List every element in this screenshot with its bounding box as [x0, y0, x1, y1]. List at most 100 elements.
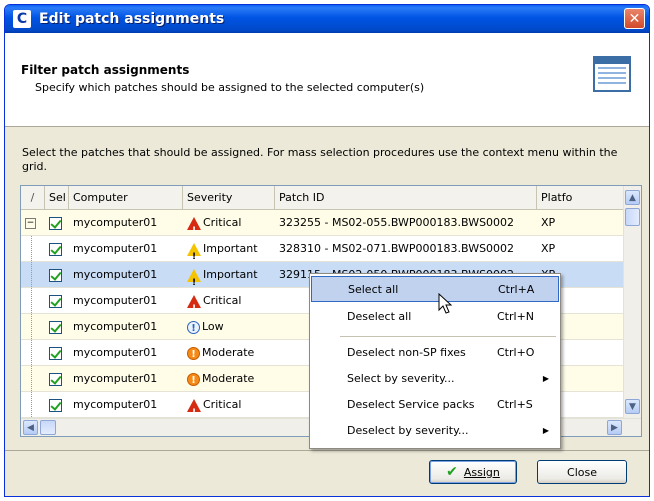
moderate-icon: !	[187, 372, 200, 386]
computer-column-header[interactable]: Computer	[69, 186, 183, 209]
header-panel: Filter patch assignments Specify which p…	[5, 33, 649, 127]
severity-column-header[interactable]: Severity	[183, 186, 275, 209]
vertical-scrollbar[interactable]: ▲ ▼	[623, 186, 641, 418]
title-bar[interactable]: C Edit patch assignments ✕	[5, 5, 649, 33]
sel-cell	[45, 366, 69, 391]
computer-cell: mycomputer01	[73, 268, 158, 281]
row-tree-cell	[31, 288, 45, 313]
patch-id-cell: 323255 - MS02-055.BWP000183.BWS0002	[275, 210, 537, 235]
severity-cell: ! Moderate	[183, 340, 275, 365]
low-icon: !	[187, 320, 200, 334]
scroll-down-button[interactable]: ▼	[625, 399, 640, 414]
patch-id-cell: 328310 - MS02-071.BWP000183.BWS0002	[275, 236, 537, 261]
menu-item-label: Deselect Service packs	[347, 398, 475, 411]
sel-column-header[interactable]: Sel	[45, 186, 69, 209]
severity-label: Moderate	[202, 372, 255, 385]
mouse-pointer-icon	[438, 293, 453, 314]
row-checkbox[interactable]	[49, 320, 62, 334]
computer-cell: mycomputer01	[73, 372, 158, 385]
menu-item-shortcut: Ctrl+N	[497, 310, 535, 323]
severity-cell: ! Critical	[183, 288, 275, 313]
severity-label: Moderate	[202, 346, 255, 359]
severity-cell: ! Critical	[183, 210, 275, 235]
grid-header: / Sel Computer Severity Patch ID Platfo	[21, 186, 641, 210]
scroll-right-button[interactable]: ▶	[607, 420, 622, 435]
row-checkbox[interactable]	[49, 294, 62, 308]
menu-item-shortcut: Ctrl+A	[498, 283, 535, 296]
sel-cell	[45, 262, 69, 287]
menu-item-shortcut: Ctrl+O	[497, 346, 535, 359]
assign-button[interactable]: ✔ Assign	[429, 460, 517, 484]
computer-cell: mycomputer01	[73, 346, 158, 359]
important-icon: !	[187, 242, 201, 261]
computer-cell: mycomputer01	[73, 398, 158, 411]
table-row[interactable]: − mycomputer01! Critical 323255 - MS02-055.…	[21, 210, 625, 236]
patch-id-column-header[interactable]: Patch ID	[275, 186, 537, 209]
menu-item-label: Select all	[348, 283, 399, 296]
patch-id-text: 328310 - MS02-071.BWP000183.BWS0002	[279, 242, 515, 255]
menu-item-deselect-all[interactable]: Deselect all Ctrl+N	[311, 304, 559, 330]
moderate-icon: !	[187, 346, 200, 360]
header-subtitle: Specify which patches should be assigned…	[35, 81, 425, 94]
sort-column-header[interactable]: /	[21, 186, 45, 209]
close-window-button[interactable]: ✕	[624, 8, 645, 29]
close-button[interactable]: Close	[537, 460, 627, 484]
scroll-thumb[interactable]	[625, 208, 640, 226]
severity-label: Critical	[203, 216, 242, 229]
severity-cell: ! Important	[183, 236, 275, 261]
row-checkbox[interactable]	[49, 346, 62, 360]
sel-cell	[45, 236, 69, 261]
app-icon: C	[13, 10, 31, 28]
row-tree-cell[interactable]: −	[21, 210, 45, 235]
row-tree-cell	[31, 262, 45, 287]
severity-cell: ! Low	[183, 314, 275, 339]
computer-cell: mycomputer01	[73, 216, 158, 229]
menu-item-label: Deselect by severity...	[347, 424, 469, 437]
window-title: Edit patch assignments	[39, 11, 225, 27]
grid-window-icon	[593, 56, 631, 92]
menu-item-label: Deselect all	[347, 310, 412, 323]
footer-divider	[5, 450, 649, 451]
menu-item-deselect-service-packs[interactable]: Deselect Service packs Ctrl+S	[311, 392, 559, 418]
row-tree-cell	[31, 366, 45, 391]
important-icon: !	[187, 268, 201, 287]
sel-cell	[45, 392, 69, 417]
table-row[interactable]: mycomputer01! Important 328310 - MS02-071.…	[21, 236, 625, 262]
computer-cell: mycomputer01	[73, 242, 158, 255]
severity-cell: ! Important	[183, 262, 275, 287]
row-checkbox[interactable]	[49, 372, 62, 386]
row-checkbox[interactable]	[49, 242, 62, 256]
platform-cell: XP	[541, 216, 556, 229]
menu-item-select-by-severity[interactable]: Select by severity... ▶	[311, 366, 559, 392]
computer-cell: mycomputer01	[73, 320, 158, 333]
computer-cell: mycomputer01	[73, 294, 158, 307]
sel-cell	[45, 314, 69, 339]
menu-item-label: Select by severity...	[347, 372, 455, 385]
severity-label: Important	[203, 242, 258, 255]
collapse-icon[interactable]: −	[25, 217, 36, 229]
menu-item-deselect-by-severity[interactable]: Deselect by severity... ▶	[311, 418, 559, 444]
scroll-left-button[interactable]: ◀	[23, 420, 38, 435]
platform-column-header[interactable]: Platfo	[537, 186, 625, 209]
row-checkbox[interactable]	[49, 268, 62, 282]
severity-label: Critical	[203, 398, 242, 411]
header-title: Filter patch assignments	[21, 63, 190, 77]
row-tree-cell	[31, 340, 45, 365]
instructions-text: Select the patches that should be assign…	[22, 146, 618, 173]
platform-cell: XP	[541, 242, 556, 255]
patch-id-text: 323255 - MS02-055.BWP000183.BWS0002	[279, 216, 515, 229]
menu-separator	[340, 336, 556, 337]
row-checkbox[interactable]	[49, 398, 62, 412]
critical-icon: !	[187, 216, 201, 235]
severity-label: Important	[203, 268, 258, 281]
hscroll-thumb[interactable]	[40, 420, 56, 435]
row-checkbox[interactable]	[49, 216, 62, 230]
scroll-up-button[interactable]: ▲	[625, 190, 640, 205]
context-menu: Select all Ctrl+A Deselect all Ctrl+N De…	[309, 273, 561, 449]
sel-cell	[45, 210, 69, 235]
assign-button-label: Assign	[463, 465, 500, 479]
menu-item-deselect-non-sp[interactable]: Deselect non-SP fixes Ctrl+O	[311, 340, 559, 366]
severity-label: Low	[202, 320, 224, 333]
row-tree-cell	[31, 236, 45, 261]
menu-item-select-all[interactable]: Select all Ctrl+A	[311, 276, 559, 302]
